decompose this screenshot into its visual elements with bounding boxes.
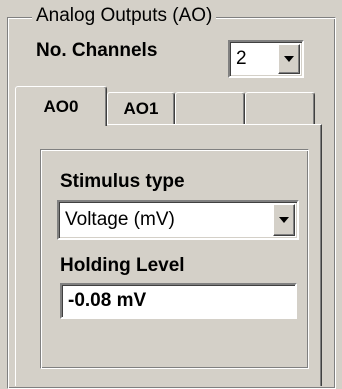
- holding-level-input[interactable]: -0.08 mV: [60, 283, 297, 319]
- no-channels-dropdown-button[interactable]: [278, 44, 300, 74]
- tab-ao1[interactable]: AO1: [107, 92, 175, 125]
- tab-empty-3[interactable]: [175, 92, 245, 125]
- tab-empty-4[interactable]: [245, 92, 315, 125]
- no-channels-select[interactable]: 2: [228, 40, 304, 78]
- tab-label: AO1: [123, 99, 159, 118]
- no-channels-label: No. Channels: [36, 40, 158, 61]
- chevron-down-icon: [279, 217, 289, 223]
- stimulus-type-value: Voltage (mV): [65, 209, 175, 230]
- stimulus-type-label: Stimulus type: [60, 171, 185, 192]
- tab-label: AO0: [43, 96, 79, 116]
- tab-ao0[interactable]: AO0: [15, 86, 107, 126]
- group-title: Analog Outputs (AO): [32, 4, 217, 28]
- holding-level-label: Holding Level: [60, 255, 185, 276]
- no-channels-value: 2: [236, 48, 247, 69]
- stimulus-type-dropdown-button[interactable]: [273, 204, 295, 236]
- chevron-down-icon: [284, 56, 294, 62]
- stimulus-type-select[interactable]: Voltage (mV): [57, 200, 299, 240]
